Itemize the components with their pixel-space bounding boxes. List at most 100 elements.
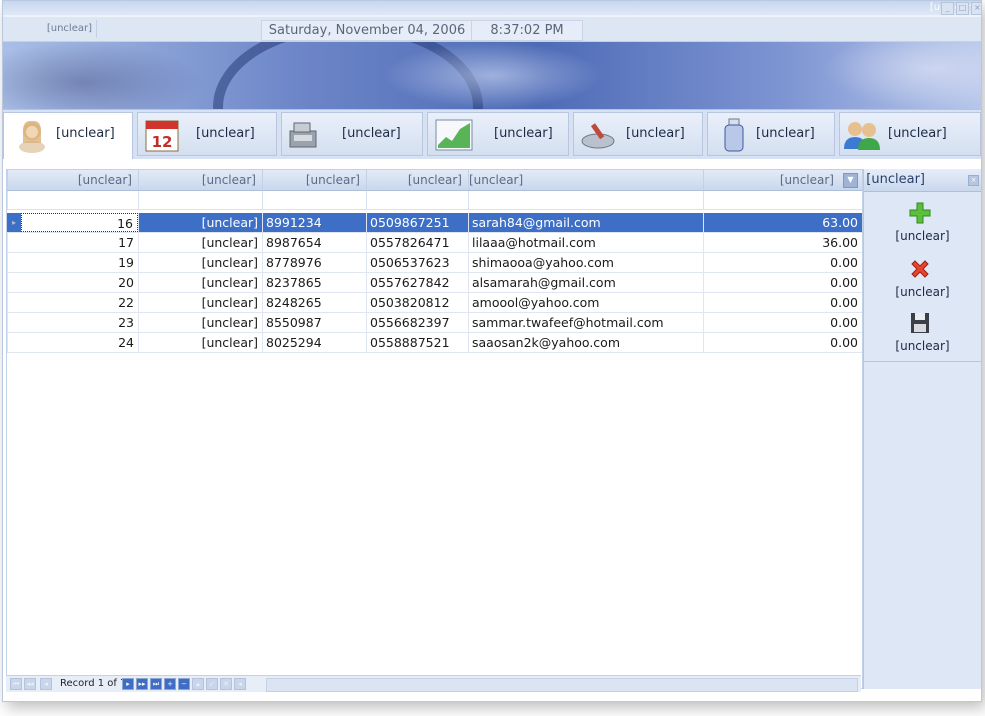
- table-row[interactable]: 17 [unclear] 8987654 0557826471 lilaaa@h…: [7, 233, 862, 253]
- nav-tab-reports[interactable]: [unclear]: [427, 112, 569, 156]
- cell-customer-name[interactable]: [unclear]: [138, 313, 262, 332]
- cell-customer-id[interactable]: 22: [7, 293, 138, 312]
- title-bar: [unclear] _ □ ×: [3, 1, 981, 15]
- next-record-button[interactable]: ▸: [122, 678, 134, 690]
- next-page-button[interactable]: ▸▸: [136, 678, 148, 690]
- time-display: 8:37:02 PM: [471, 20, 583, 41]
- post-record-button[interactable]: ✓: [206, 678, 218, 690]
- refresh-record-button[interactable]: ◂: [234, 678, 246, 690]
- nav-tab-customers[interactable]: [unclear]: [3, 112, 133, 160]
- cell-email[interactable]: shimaooa@yahoo.com: [468, 253, 703, 272]
- cancel-record-button[interactable]: ✕: [220, 678, 232, 690]
- nav-tab-invoices[interactable]: [unclear]: [281, 112, 423, 156]
- cell-balance[interactable]: 0.00: [703, 293, 862, 312]
- nav-tab-appointments-label: [unclear]: [196, 126, 255, 141]
- row-indicator-icon: ▸: [11, 218, 16, 227]
- last-record-button[interactable]: ⏭: [150, 678, 162, 690]
- cell-balance[interactable]: 0.00: [703, 333, 862, 352]
- cell-email[interactable]: amoool@yahoo.com: [468, 293, 703, 312]
- cell-balance[interactable]: 0.00: [703, 253, 862, 272]
- nav-tab-services-label: [unclear]: [626, 126, 685, 141]
- cell-customer-id[interactable]: 23: [7, 313, 138, 332]
- svg-text:12: 12: [152, 133, 173, 151]
- cell-customer-name[interactable]: [unclear]: [138, 233, 262, 252]
- cell-customer-id[interactable]: 19: [7, 253, 138, 272]
- first-record-button[interactable]: ⏮: [10, 678, 22, 690]
- cell-mobile[interactable]: 0558887521: [366, 333, 468, 352]
- cell-mobile[interactable]: 0509867251: [366, 213, 468, 232]
- cell-mobile[interactable]: 0557627842: [366, 273, 468, 292]
- column-email[interactable]: [unclear]: [468, 170, 703, 190]
- panel-header: [unclear] ×: [864, 169, 981, 192]
- table-row[interactable]: 23 [unclear] 8550987 0556682397 sammar.t…: [7, 313, 862, 333]
- cell-phone[interactable]: 8237865: [262, 273, 366, 292]
- delete-record-button[interactable]: −: [178, 678, 190, 690]
- cell-phone[interactable]: 8025294: [262, 333, 366, 352]
- cell-customer-name[interactable]: [unclear]: [138, 273, 262, 292]
- cell-phone[interactable]: 8987654: [262, 233, 366, 252]
- panel-close-icon[interactable]: ×: [968, 175, 979, 186]
- column-phone[interactable]: [unclear]: [262, 170, 366, 190]
- cell-email[interactable]: lilaaa@hotmail.com: [468, 233, 703, 252]
- table-row[interactable]: 24 [unclear] 8025294 0558887521 saaosan2…: [7, 333, 862, 353]
- nav-tab-staff[interactable]: [unclear]: [839, 112, 981, 156]
- nav-tab-products[interactable]: [unclear]: [707, 112, 835, 156]
- prev-page-button[interactable]: ◂◂: [24, 678, 36, 690]
- main-nav-toolbar: [unclear] 12 [unclear] [unclear] [unclea…: [3, 109, 981, 161]
- table-row[interactable]: 19 [unclear] 8778976 0506537623 shimaooa…: [7, 253, 862, 273]
- staff-icon: [844, 122, 880, 150]
- cell-balance[interactable]: 0.00: [703, 273, 862, 292]
- cell-balance[interactable]: 63.00: [703, 213, 862, 232]
- cell-mobile[interactable]: 0503820812: [366, 293, 468, 312]
- column-customer-id[interactable]: [unclear]: [7, 170, 138, 190]
- cell-email[interactable]: sammar.twafeef@hotmail.com: [468, 313, 703, 332]
- nav-tab-services[interactable]: [unclear]: [573, 112, 703, 156]
- cell-phone[interactable]: 8550987: [262, 313, 366, 332]
- cell-email[interactable]: alsamarah@gmail.com: [468, 273, 703, 292]
- add-button[interactable]: [unclear]: [864, 201, 981, 251]
- services-icon: [581, 123, 615, 149]
- cell-phone[interactable]: 8991234: [262, 213, 366, 232]
- cell-email[interactable]: sarah84@gmail.com: [468, 213, 703, 232]
- cell-mobile[interactable]: 0506537623: [366, 253, 468, 272]
- edit-record-button[interactable]: ▴: [192, 678, 204, 690]
- column-mobile[interactable]: [unclear]: [366, 170, 468, 190]
- insert-record-button[interactable]: +: [164, 678, 176, 690]
- nav-tab-reports-label: [unclear]: [494, 126, 553, 141]
- cell-customer-name[interactable]: [unclear]: [138, 213, 262, 232]
- delete-button[interactable]: [unclear]: [864, 257, 981, 307]
- help-button[interactable]: [unclear]: [5, 20, 97, 38]
- nav-tab-appointments[interactable]: 12 [unclear]: [137, 112, 277, 156]
- minimize-button[interactable]: _: [941, 2, 954, 15]
- cell-customer-id[interactable]: 16: [21, 213, 138, 232]
- cell-customer-id[interactable]: 24: [7, 333, 138, 352]
- cell-customer-id[interactable]: 17: [7, 233, 138, 252]
- cell-phone[interactable]: 8778976: [262, 253, 366, 272]
- horizontal-scrollbar[interactable]: [266, 678, 858, 692]
- save-icon: [911, 313, 929, 333]
- filter-row[interactable]: [7, 191, 862, 210]
- close-button[interactable]: ×: [971, 2, 981, 15]
- table-row[interactable]: 22 [unclear] 8248265 0503820812 amoool@y…: [7, 293, 862, 313]
- prev-record-button[interactable]: ◂: [40, 678, 52, 690]
- save-button[interactable]: [unclear]: [864, 311, 981, 361]
- cell-customer-id[interactable]: 20: [7, 273, 138, 292]
- table-row[interactable]: 20 [unclear] 8237865 0557627842 alsamara…: [7, 273, 862, 293]
- add-icon: [909, 202, 931, 224]
- cell-mobile[interactable]: 0556682397: [366, 313, 468, 332]
- cell-mobile[interactable]: 0557826471: [366, 233, 468, 252]
- cell-customer-name[interactable]: [unclear]: [138, 293, 262, 312]
- cell-balance[interactable]: 0.00: [703, 313, 862, 332]
- customers-grid: [unclear] [unclear] [unclear] [unclear] …: [6, 169, 863, 689]
- maximize-button[interactable]: □: [956, 2, 969, 15]
- table-row[interactable]: ▸ 16 [unclear] 8991234 0509867251 sarah8…: [7, 213, 862, 233]
- column-balance[interactable]: [unclear]: [703, 170, 862, 190]
- save-button-label: [unclear]: [895, 339, 950, 353]
- cell-email[interactable]: saaosan2k@yahoo.com: [468, 333, 703, 352]
- cell-phone[interactable]: 8248265: [262, 293, 366, 312]
- column-customer-name[interactable]: [unclear]: [138, 170, 262, 190]
- cell-customer-name[interactable]: [unclear]: [138, 333, 262, 352]
- column-chooser-icon[interactable]: ▼: [843, 173, 858, 188]
- cell-balance[interactable]: 36.00: [703, 233, 862, 252]
- cell-customer-name[interactable]: [unclear]: [138, 253, 262, 272]
